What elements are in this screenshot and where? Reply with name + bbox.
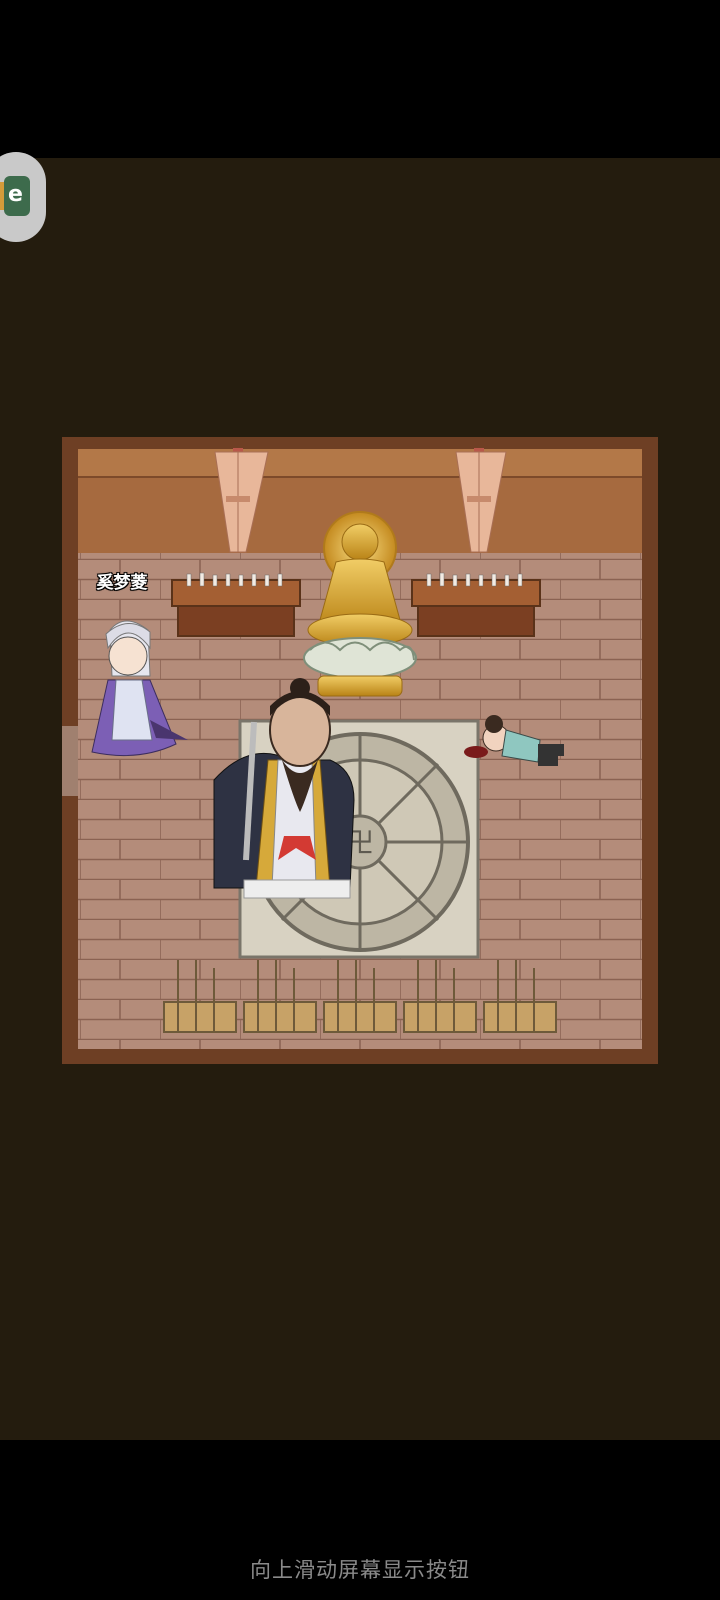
character-name-label: 奚梦菱 [96, 573, 148, 593]
side-doorway [62, 726, 78, 796]
temple-scene: 卍 [62, 437, 658, 1064]
right-candle-rack [411, 572, 541, 637]
swipe-hint: 向上滑动屏幕显示按钮 [250, 1558, 470, 1582]
left-candle-rack [171, 572, 301, 637]
